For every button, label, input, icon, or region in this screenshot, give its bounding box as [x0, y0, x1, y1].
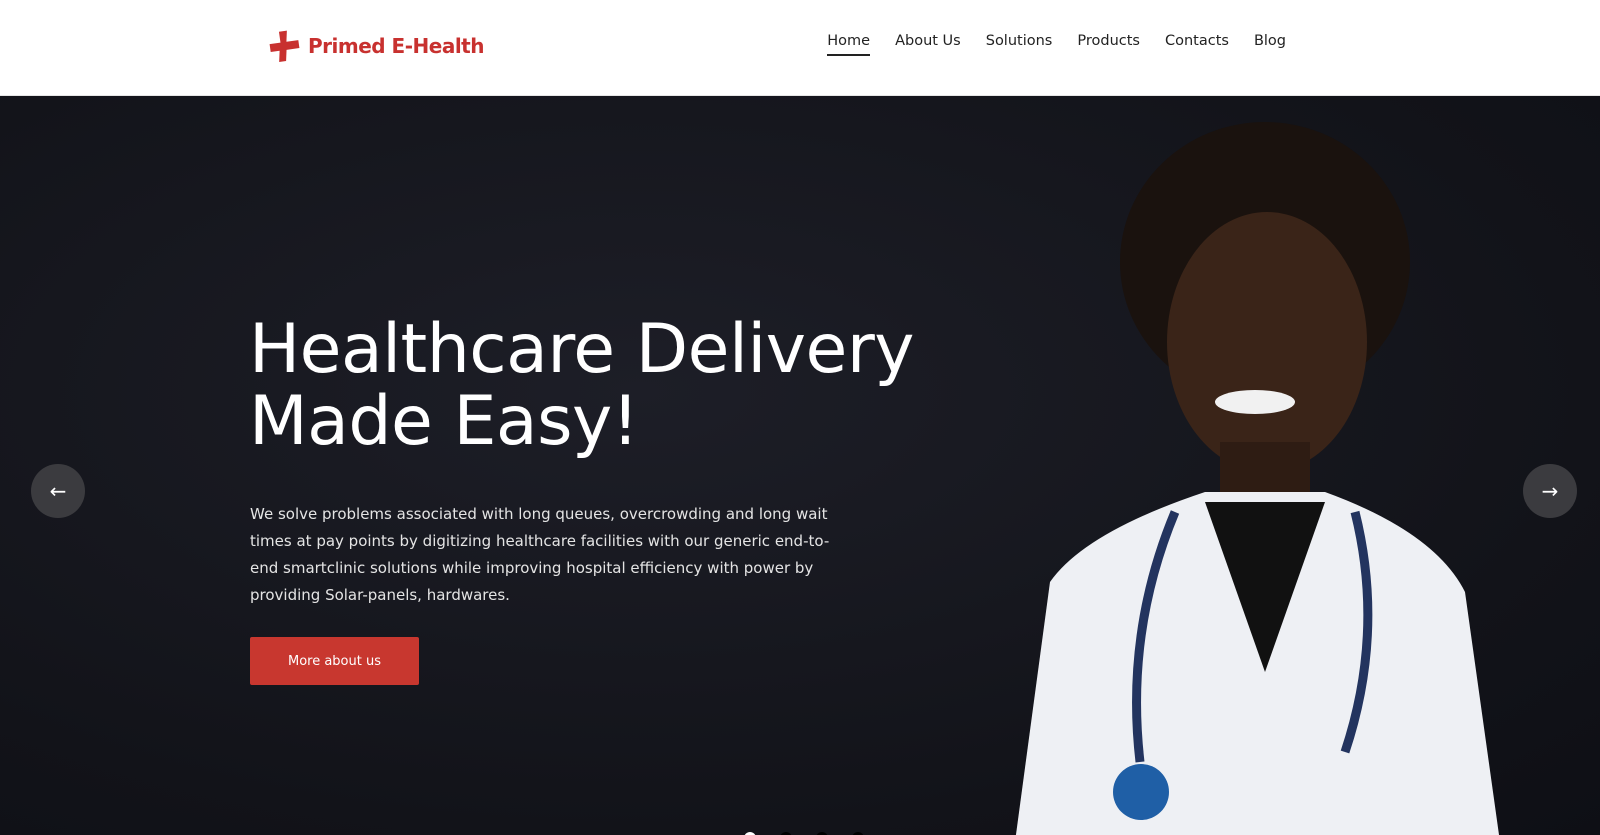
- main-nav: Home About Us Solutions Products Contact…: [827, 33, 1286, 56]
- medical-cross-icon: [269, 30, 300, 62]
- brand-name: Primed E-Health: [308, 34, 484, 58]
- arrow-right-icon: →: [1541, 479, 1559, 503]
- arrow-left-icon: ←: [49, 479, 67, 503]
- hero-description: We solve problems associated with long q…: [250, 505, 830, 604]
- more-about-us-button[interactable]: More about us: [250, 637, 419, 685]
- nav-products[interactable]: Products: [1077, 33, 1140, 56]
- nav-about-us[interactable]: About Us: [895, 33, 961, 56]
- nav-blog[interactable]: Blog: [1254, 33, 1286, 56]
- hero-title-line-1: Healthcare Delivery: [249, 310, 915, 389]
- nav-solutions[interactable]: Solutions: [986, 33, 1053, 56]
- hero-slider: Healthcare Delivery Made Easy! We solve p…: [0, 96, 1600, 835]
- hero-title-line-2: Made Easy!: [249, 382, 639, 461]
- brand-logo[interactable]: Primed E-Health: [268, 29, 484, 63]
- nav-contacts[interactable]: Contacts: [1165, 33, 1229, 56]
- hero-title: Healthcare Delivery Made Easy!: [249, 314, 915, 461]
- site-header: Primed E-Health Home About Us Solutions …: [0, 0, 1600, 96]
- nav-home[interactable]: Home: [827, 33, 871, 56]
- doctor-photo: [1015, 122, 1500, 835]
- previous-slide-button[interactable]: ←: [31, 464, 85, 518]
- next-slide-button[interactable]: →: [1523, 464, 1577, 518]
